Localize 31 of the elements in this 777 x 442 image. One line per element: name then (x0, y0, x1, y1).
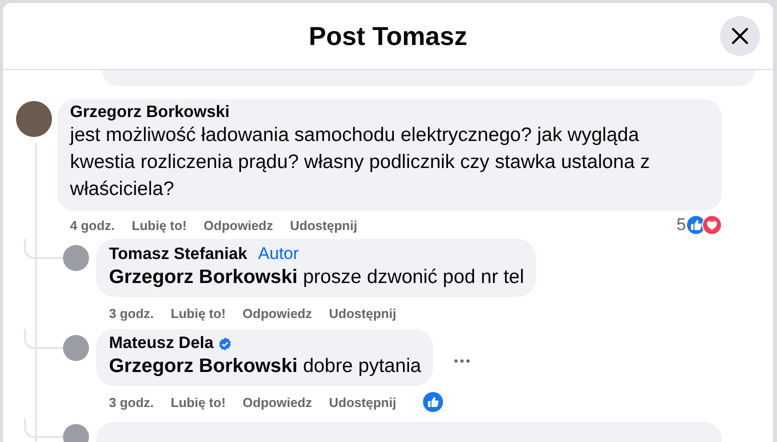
action-link[interactable]: Udostępnij (329, 394, 396, 410)
avatar (16, 101, 52, 137)
comment-text: Grzegorz Borkowski prosze dzwonić pod nr tel (109, 265, 524, 290)
avatar (63, 335, 89, 361)
action-link[interactable]: Lubię to! (132, 218, 187, 232)
timestamp[interactable]: 4 godz. (70, 218, 115, 232)
dialog-title: Post Tomasz (308, 20, 468, 52)
comment-text: Grzegorz Borkowski dobre pytania (109, 354, 422, 379)
action-link[interactable]: Odpowiedz (242, 394, 312, 410)
timestamp[interactable]: 3 godz. (109, 394, 154, 410)
timestamp[interactable]: 3 godz. (109, 306, 154, 320)
author-name[interactable]: Tomasz Stefaniak (109, 244, 248, 264)
author-name[interactable]: Mateusz Dela (109, 334, 214, 353)
close-button[interactable] (720, 16, 760, 56)
comment-text: jest możliwość ładowania samochodu elektrycznego? jak wygląda kwestia rozliczenia prądu? własny podlicznik czy stawka ustalona z właściciela? (70, 123, 651, 202)
action-link[interactable]: Lubię to! (170, 306, 226, 320)
thumbs-up-icon (423, 392, 444, 412)
action-link[interactable]: Lubię to! (170, 394, 226, 410)
thread-connector-line (24, 418, 63, 438)
action-link[interactable]: Udostępnij (290, 218, 358, 232)
action-link[interactable]: Odpowiedz (204, 218, 274, 232)
author-name[interactable]: Grzegorz Borkowski (70, 103, 710, 122)
avatar (63, 245, 89, 271)
thread-connector-line (24, 329, 63, 349)
reaction-count[interactable]: 5 (676, 215, 686, 235)
action-link[interactable]: Udostępnij (329, 306, 396, 320)
verified-badge-icon (218, 336, 232, 350)
close-icon (731, 27, 749, 45)
more-options-icon[interactable] (454, 358, 470, 362)
author-label: Autor (258, 244, 299, 264)
action-link[interactable]: Odpowiedz (242, 306, 312, 320)
